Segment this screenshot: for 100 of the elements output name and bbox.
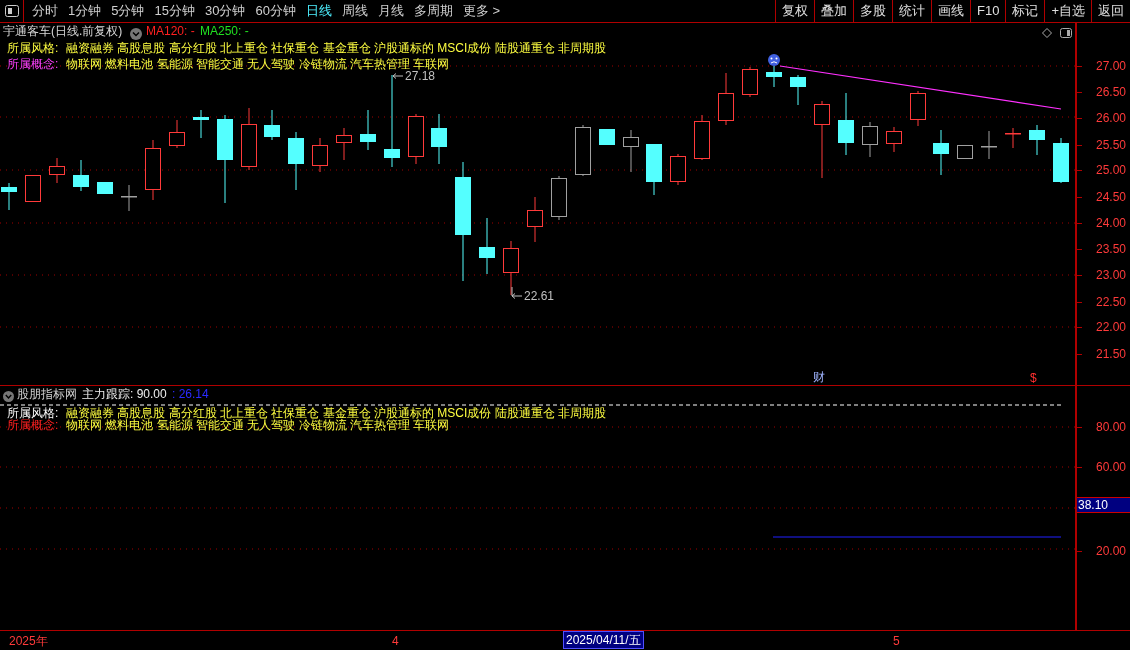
candle	[599, 128, 615, 146]
time-label: 4	[392, 633, 399, 650]
panel-toggle-icon[interactable]	[4, 5, 19, 17]
candle	[527, 196, 543, 243]
price-label: 27.18	[405, 69, 436, 84]
axis-label: 22.00	[1095, 320, 1126, 334]
price-label: 22.61	[524, 289, 555, 304]
toolbar-button[interactable]: 返回	[1091, 0, 1130, 22]
period-tab[interactable]: 月线	[372, 0, 409, 22]
axis-label: 24.50	[1095, 190, 1126, 204]
candle	[742, 66, 758, 98]
indicator-name: 主力跟踪: 90.00	[82, 387, 167, 402]
period-tab[interactable]: 分时	[27, 0, 63, 22]
candle	[241, 107, 257, 171]
toolbar-button[interactable]: 叠加	[814, 0, 853, 22]
concept-tags: 物联网 燃料电池 氢能源 智能交通 无人驾驶 冷链物流 汽车热管理 车联网	[66, 57, 450, 72]
period-tab[interactable]: 日线	[300, 0, 337, 22]
concept-tags: 物联网 燃料电池 氢能源 智能交通 无人驾驶 冷链物流 汽车热管理 车联网	[66, 418, 450, 433]
current-value-label: 38.10	[1077, 497, 1130, 513]
indicator-label: MA120: -	[146, 24, 195, 39]
candle	[360, 109, 376, 151]
candle	[790, 74, 806, 106]
time-label: 2025年	[9, 633, 48, 650]
candle	[1029, 124, 1045, 156]
candle	[1053, 137, 1069, 184]
candle	[312, 137, 328, 173]
concept-label: 所属概念:	[7, 57, 59, 72]
panel-toggle-icon[interactable]	[1060, 25, 1072, 40]
event-marker: $	[1030, 371, 1037, 385]
toolbar-button[interactable]: 复权	[775, 0, 814, 22]
toolbar-button[interactable]: 标记	[1005, 0, 1045, 22]
candle	[431, 113, 447, 165]
event-marker: 财	[813, 370, 825, 385]
candle	[694, 114, 710, 161]
candle	[1, 182, 17, 211]
candle	[145, 139, 161, 201]
period-tab[interactable]: 1分钟	[63, 0, 107, 22]
candle	[503, 240, 519, 296]
candle	[551, 175, 567, 221]
candle	[264, 109, 280, 141]
period-tab[interactable]: 多周期	[408, 0, 458, 22]
axis-label: 23.00	[1095, 268, 1126, 282]
toolbar-button[interactable]: F10	[970, 0, 1006, 22]
period-tab[interactable]: 更多 >	[457, 0, 506, 22]
candle	[957, 144, 973, 160]
axis-label: 22.50	[1095, 295, 1126, 309]
candle	[479, 217, 495, 275]
axis-label: 27.00	[1095, 59, 1126, 73]
toolbar-button[interactable]: 统计	[892, 0, 931, 22]
period-tab[interactable]: 周线	[336, 0, 373, 22]
candle	[288, 131, 304, 191]
arrow-icon	[392, 73, 404, 79]
candle	[838, 92, 854, 156]
panel-title: 股朋指标网	[17, 387, 77, 402]
axis-label: 80.00	[1095, 420, 1126, 434]
axis-label: 23.50	[1095, 242, 1126, 256]
stock-title: 宇通客车(日线.前复权)	[3, 24, 123, 39]
sad-face-icon	[768, 54, 780, 66]
axis-label: 21.50	[1095, 347, 1126, 361]
period-tab[interactable]: 5分钟	[106, 0, 150, 22]
candle	[408, 113, 424, 165]
candle	[910, 90, 926, 127]
candle	[575, 124, 591, 177]
candle	[862, 121, 878, 158]
candle	[718, 72, 734, 126]
toolbar-button[interactable]: 多股	[853, 0, 892, 22]
candle	[73, 159, 89, 192]
candle	[670, 153, 686, 186]
period-tab[interactable]: 60分钟	[250, 0, 301, 22]
indicator-label: MA250: -	[200, 24, 249, 39]
cursor-date: 2025/04/11/五	[563, 631, 644, 649]
axis-label: 26.50	[1095, 85, 1126, 99]
candle	[336, 127, 352, 161]
period-tab[interactable]: 15分钟	[149, 0, 200, 22]
axis-label: 60.00	[1095, 460, 1126, 474]
candle	[933, 129, 949, 176]
period-tab[interactable]: 30分钟	[199, 0, 251, 22]
arrow-icon	[511, 286, 523, 299]
candle	[623, 129, 639, 173]
candle	[766, 65, 782, 88]
candle	[97, 181, 113, 195]
style-tags: 融资融券 高股息股 高分红股 北上重仓 社保重仓 基金重仓 沪股通标的 MSCI成份 陆股通重仓 非周期股	[66, 41, 606, 56]
axis-label: 24.00	[1095, 216, 1126, 230]
candle	[169, 119, 185, 149]
candle	[981, 130, 997, 160]
candle	[886, 126, 902, 153]
candle	[1005, 127, 1021, 149]
style-label: 所属风格:	[7, 41, 59, 56]
toolbar-button[interactable]: 画线	[931, 0, 970, 22]
indicator-value: : 26.14	[172, 387, 209, 402]
axis-label: 26.00	[1095, 111, 1126, 125]
candle	[25, 174, 41, 203]
style-label: 所属风格:	[7, 406, 59, 420]
dropdown-icon[interactable]	[3, 389, 14, 404]
candle	[646, 143, 662, 196]
toolbar-button[interactable]: +自选	[1044, 0, 1091, 22]
dropdown-icon[interactable]	[130, 26, 142, 41]
candle	[121, 184, 137, 212]
concept-label: 所属概念:	[7, 418, 59, 433]
diamond-icon[interactable]	[1042, 25, 1052, 40]
